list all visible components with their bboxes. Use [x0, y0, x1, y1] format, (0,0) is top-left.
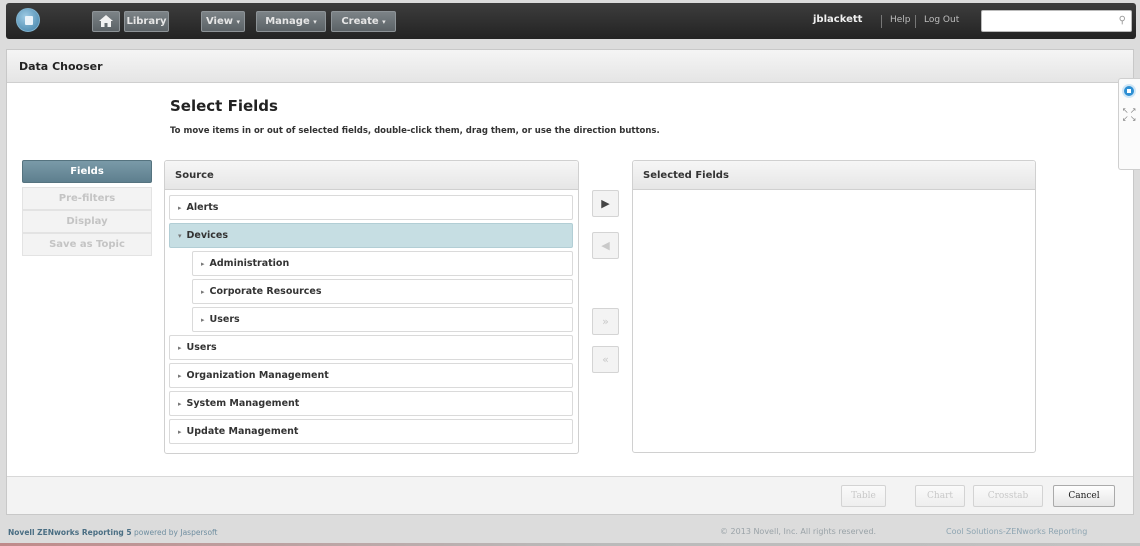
panel-header: Data Chooser — [7, 50, 1133, 83]
page-title: Select Fields — [170, 97, 278, 115]
tree-node-corporate-resources[interactable]: ▸ Corporate Resources — [192, 279, 573, 304]
cancel-button[interactable]: Cancel — [1053, 485, 1115, 507]
expand-arrow-icon[interactable]: ▸ — [178, 400, 182, 408]
side-tool-tab[interactable]: ↖↗ ↙↘ — [1118, 78, 1140, 170]
move-right-button[interactable]: ▶ — [592, 190, 619, 217]
assistant-icon[interactable] — [1122, 84, 1136, 98]
tree-node-administration[interactable]: ▸ Administration — [192, 251, 573, 276]
chevron-down-icon: ▾ — [313, 18, 317, 26]
source-tree: ▸ Alerts ▾ Devices ▸ Administration ▸ Corpor… — [169, 195, 573, 447]
home-button[interactable] — [92, 11, 120, 32]
create-label: Create — [341, 16, 379, 27]
tree-node-label: System Management — [186, 398, 300, 409]
tree-node-organization-management[interactable]: ▸ Organization Management — [169, 363, 573, 388]
arrow-left-icon: ◀ — [601, 239, 610, 252]
create-menu-button[interactable]: Create ▾ — [331, 11, 396, 32]
product-name[interactable]: Novell ZENworks Reporting 5 — [8, 528, 132, 537]
selected-fields-header: Selected Fields — [633, 161, 1035, 190]
manage-label: Manage — [265, 16, 310, 27]
username-label: jblackett — [813, 14, 863, 25]
library-button[interactable]: Library — [124, 11, 169, 32]
expand-arrow-icon[interactable]: ▸ — [178, 204, 182, 212]
collapse-arrow-icon[interactable]: ▾ — [178, 232, 182, 240]
expand-arrow-icon[interactable]: ▸ — [178, 428, 182, 436]
data-chooser-panel: Data Chooser Select Fields To move items… — [6, 49, 1134, 515]
step-display[interactable]: Display — [22, 210, 152, 233]
tree-node-label: Alerts — [186, 202, 219, 213]
step-nav: Fields Pre-filters Display Save as Topic — [22, 160, 152, 256]
expand-icon[interactable]: ↖↗ ↙↘ — [1122, 107, 1137, 123]
view-label: View — [205, 16, 233, 27]
cool-solutions-link[interactable]: Cool Solutions-ZENworks Reporting — [946, 527, 1087, 536]
panel-title: Data Chooser — [19, 60, 103, 73]
selected-fields-panel[interactable]: Selected Fields — [632, 160, 1036, 453]
move-all-left-button[interactable]: « — [592, 346, 619, 373]
tree-node-label: Organization Management — [186, 370, 329, 381]
arrow-right-icon: ▶ — [601, 197, 610, 210]
logout-link[interactable]: Log Out — [924, 15, 959, 25]
view-menu-button[interactable]: View ▾ — [201, 11, 245, 32]
table-button[interactable]: Table — [841, 485, 886, 507]
expand-arrow-icon[interactable]: ▸ — [178, 372, 182, 380]
tree-node-alerts[interactable]: ▸ Alerts — [169, 195, 573, 220]
double-arrow-right-icon: » — [602, 315, 609, 328]
help-link[interactable]: Help — [890, 15, 911, 25]
tree-node-system-management[interactable]: ▸ System Management — [169, 391, 573, 416]
app-logo-icon[interactable] — [16, 8, 40, 32]
double-arrow-left-icon: « — [602, 353, 609, 366]
tree-node-label: Devices — [186, 230, 229, 241]
expand-arrow-icon[interactable]: ▸ — [201, 260, 205, 268]
step-pre-filters[interactable]: Pre-filters — [22, 187, 152, 210]
source-panel: Source ▸ Alerts ▾ Devices ▸ Administration … — [164, 160, 579, 454]
tree-node-label: Corporate Resources — [209, 286, 322, 297]
move-all-right-button[interactable]: » — [592, 308, 619, 335]
manage-menu-button[interactable]: Manage ▾ — [256, 11, 326, 32]
page-footer: Novell ZENworks Reporting 5 powered by J… — [0, 516, 1140, 546]
tree-node-label: Administration — [209, 258, 290, 269]
chart-button[interactable]: Chart — [915, 485, 965, 507]
expand-arrow-icon[interactable]: ▸ — [178, 344, 182, 352]
powered-by-text: powered by Jaspersoft — [131, 528, 218, 537]
search-input[interactable]: ⚲ — [981, 10, 1132, 32]
house-icon — [99, 15, 113, 27]
tree-node-update-management[interactable]: ▸ Update Management — [169, 419, 573, 444]
step-save-as-topic[interactable]: Save as Topic — [22, 233, 152, 256]
step-fields[interactable]: Fields — [22, 160, 152, 183]
chevron-down-icon: ▾ — [382, 18, 386, 26]
chevron-down-icon: ▾ — [236, 18, 240, 26]
tree-node-label: Update Management — [186, 426, 299, 437]
footer-product: Novell ZENworks Reporting 5 powered by J… — [8, 528, 218, 537]
instructions-text: To move items in or out of selected fiel… — [170, 126, 660, 136]
divider — [915, 15, 916, 28]
tree-node-label: Users — [186, 342, 217, 353]
tree-node-users[interactable]: ▸ Users — [169, 335, 573, 360]
expand-arrow-icon[interactable]: ▸ — [201, 316, 205, 324]
tree-node-device-users[interactable]: ▸ Users — [192, 307, 573, 332]
search-icon[interactable]: ⚲ — [1119, 15, 1126, 26]
top-nav-bar: Library View ▾ Manage ▾ Create ▾ jblacke… — [6, 3, 1136, 39]
copyright-text: © 2013 Novell, Inc. All rights reserved. — [720, 527, 877, 536]
tree-node-devices[interactable]: ▾ Devices — [169, 223, 573, 248]
panel-footer: Table Chart Crosstab Cancel — [7, 476, 1133, 514]
move-left-button[interactable]: ◀ — [592, 232, 619, 259]
crosstab-button[interactable]: Crosstab — [973, 485, 1043, 507]
source-header: Source — [165, 161, 578, 190]
divider — [881, 15, 882, 28]
expand-arrow-icon[interactable]: ▸ — [201, 288, 205, 296]
tree-node-label: Users — [209, 314, 240, 325]
